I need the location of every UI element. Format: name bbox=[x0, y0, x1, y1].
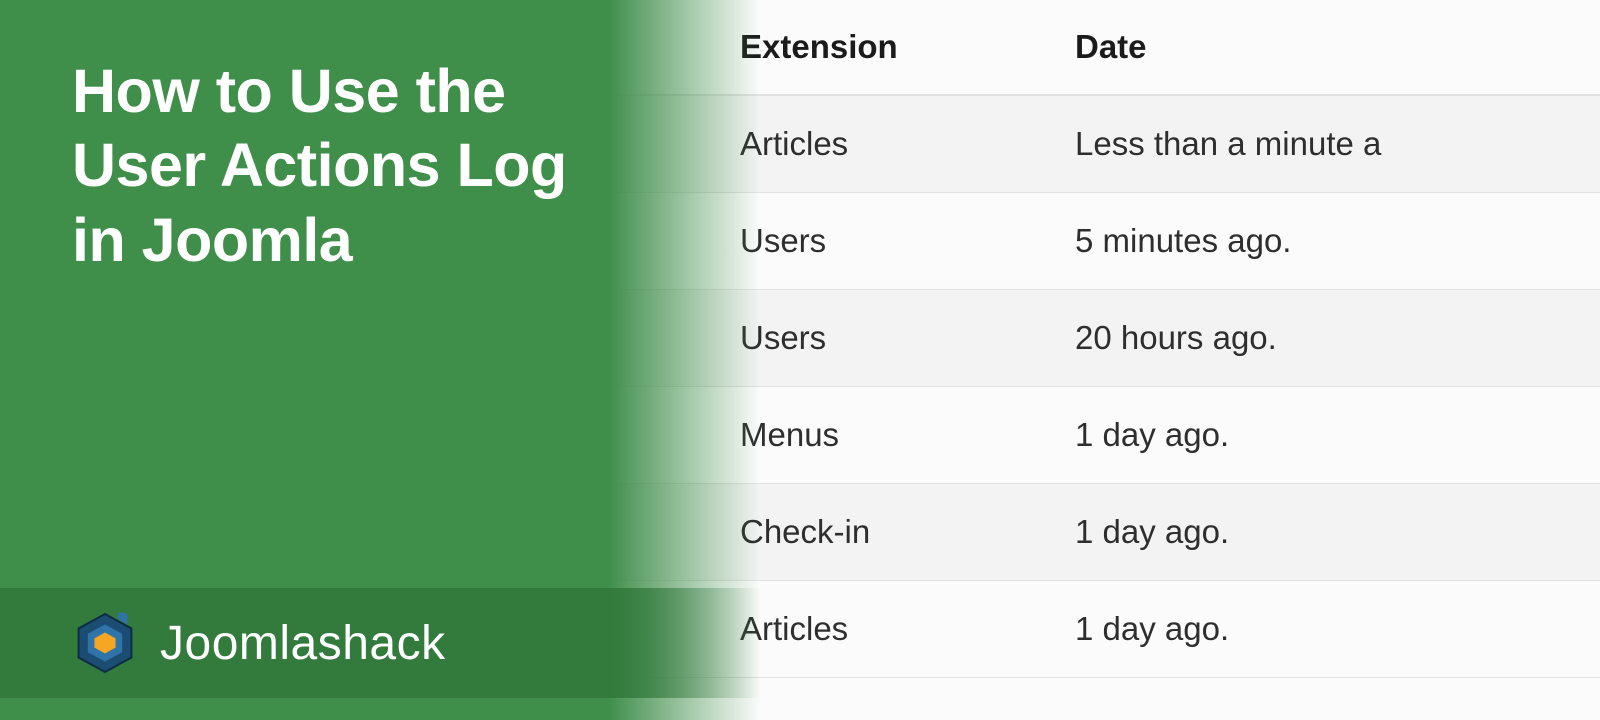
brand-bar: Joomlashack bbox=[0, 588, 760, 698]
cell-date: 1 day ago. bbox=[1075, 581, 1600, 678]
cell-date: 1 day ago. bbox=[1075, 387, 1600, 484]
cell-date: 20 hours ago. bbox=[1075, 290, 1600, 387]
brand-name: Joomlashack bbox=[160, 616, 446, 671]
hero-banner: Extension Date Articles Less than a minu… bbox=[0, 0, 1600, 720]
cell-date: 5 minutes ago. bbox=[1075, 193, 1600, 290]
left-overlay-panel: How to Use the User Actions Log in Jooml… bbox=[0, 0, 760, 720]
cell-date: Less than a minute a bbox=[1075, 95, 1600, 193]
cell-date: 1 day ago. bbox=[1075, 484, 1600, 581]
page-title: How to Use the User Actions Log in Jooml… bbox=[72, 54, 632, 277]
joomlashack-logo-icon bbox=[72, 610, 138, 676]
col-header-date: Date bbox=[1075, 0, 1600, 95]
